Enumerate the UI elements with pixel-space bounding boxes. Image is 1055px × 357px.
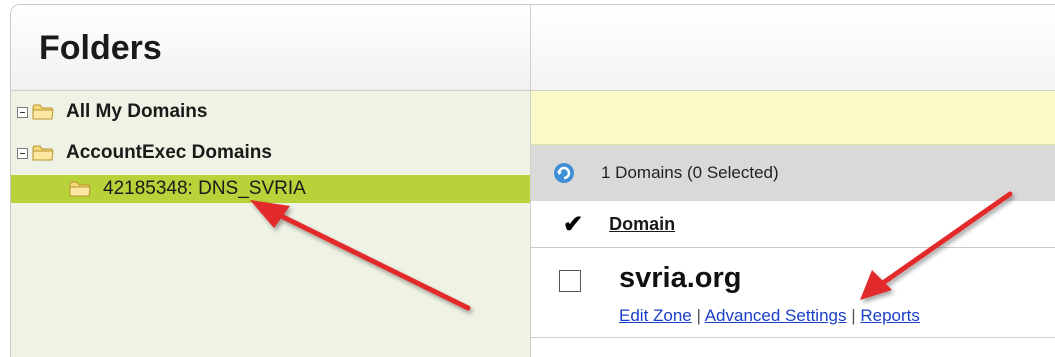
domain-actions: Edit Zone | Advanced Settings | Reports: [619, 306, 920, 326]
reports-link[interactable]: Reports: [860, 306, 920, 325]
folder-icon: [32, 104, 54, 120]
folders-header: Folders: [11, 5, 530, 91]
collapse-icon[interactable]: [17, 147, 28, 159]
domain-row-checkbox[interactable]: [559, 270, 581, 292]
notice-bar: [531, 91, 1055, 145]
domain-name: svria.org: [619, 262, 742, 294]
tree-item-all-my-domains[interactable]: All My Domains: [11, 98, 530, 126]
link-separator: |: [696, 306, 701, 325]
tree-item-label: 42185348: DNS_SVRIA: [103, 178, 306, 199]
domains-column-header: ✔ Domain: [531, 201, 1055, 248]
domain-column-sort[interactable]: Domain: [609, 214, 675, 235]
tree-item-42185348[interactable]: 42185348: DNS_SVRIA: [11, 175, 530, 203]
tree-item-label: All My Domains: [66, 101, 208, 122]
tree-item-label: AccountExec Domains: [66, 142, 272, 163]
advanced-settings-link[interactable]: Advanced Settings: [705, 306, 847, 325]
domain-row: svria.org Edit Zone | Advanced Settings …: [531, 248, 1055, 338]
link-separator: |: [851, 306, 856, 325]
folders-panel: Folders All My Domains AccountExec Domai…: [10, 4, 530, 357]
domains-status-bar: 1 Domains (0 Selected): [531, 145, 1055, 201]
collapse-icon[interactable]: [17, 106, 28, 118]
folder-icon: [32, 145, 54, 161]
folders-title: Folders: [39, 29, 162, 67]
domains-panel: 1 Domains (0 Selected) ✔ Domain svria.or…: [530, 4, 1055, 357]
domains-count-text: 1 Domains (0 Selected): [601, 163, 779, 182]
edit-zone-link[interactable]: Edit Zone: [619, 306, 692, 325]
folder-open-icon: [69, 181, 91, 197]
domains-header: [531, 5, 1055, 91]
tree-item-accountexec-domains[interactable]: AccountExec Domains: [11, 139, 530, 167]
folder-tree: All My Domains AccountExec Domains 42185…: [11, 91, 530, 357]
refresh-icon[interactable]: [553, 162, 575, 184]
select-all-check-icon[interactable]: ✔: [563, 210, 583, 239]
